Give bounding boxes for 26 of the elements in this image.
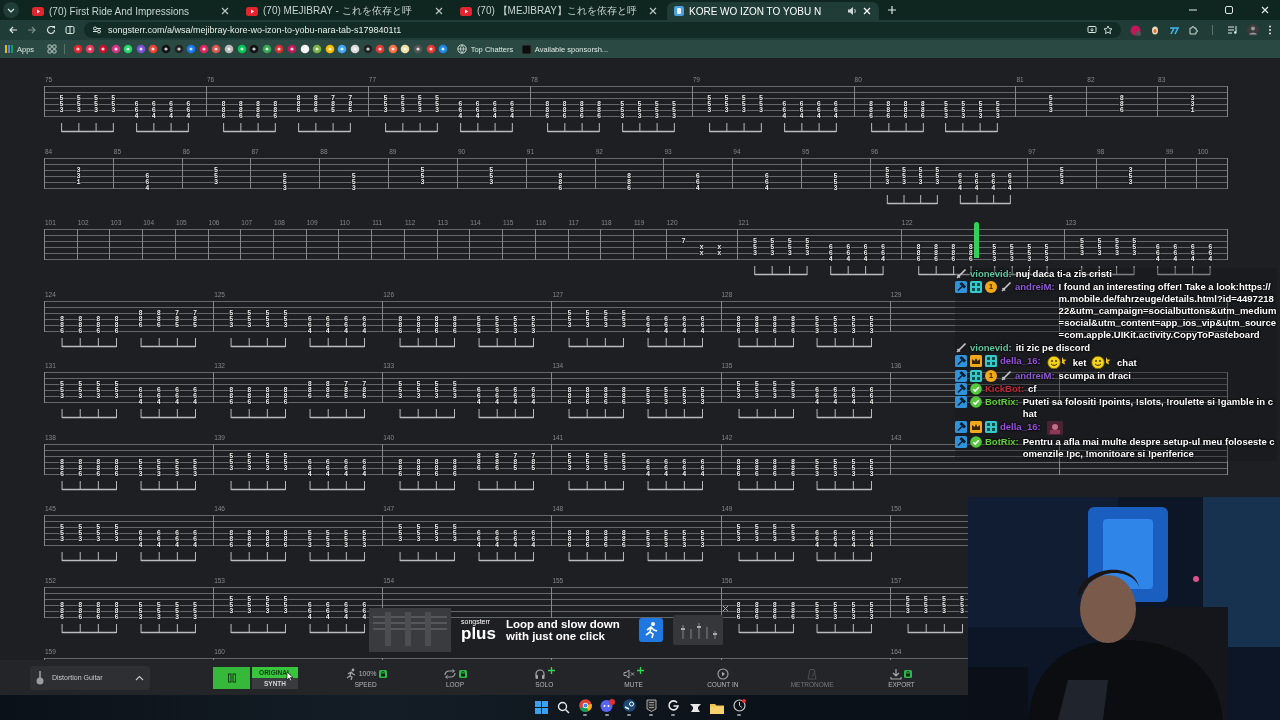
chat-message: scumpa in draci [1058, 370, 1131, 381]
chat-message: iti zic pe discord [1015, 342, 1091, 353]
gifter-badge: 1 [985, 281, 997, 293]
chat-message: chat [1117, 357, 1137, 368]
chat-message: I found an interesting offer! Take a look:https://m.mobile.de/fahrzeuge/details.html?id=449721822&utm_campaign=socialbuttons&utm_medium=social&utm_content=app_ios_vip&utm_source=com.apple.UIKit.activity.CopyToPasteboard [1058, 281, 1277, 340]
browser-tab[interactable]: (70) First Ride And Impressions [25, 2, 237, 20]
promo-headline: Loop and slow down with just one click [505, 618, 621, 642]
chat-username: vionevid: [970, 268, 1012, 280]
chat-username: KickBot: [985, 383, 1025, 395]
chat-username: andreiM: [1015, 370, 1055, 382]
browser-tab[interactable]: KORE WO IZON TO YOBU N [667, 2, 879, 20]
chat-username: andreiM: [1015, 281, 1055, 293]
chat-username: BotRix: [985, 436, 1019, 448]
address-field[interactable]: songsterr.com/a/wsa/mejibray-kore-wo-izon-to-yobu-nara-tab-s1798401t1 [84, 22, 1121, 38]
browser-tab[interactable]: (70) MEJIBRAY - これを依存と呼 [239, 2, 451, 20]
chat-message: cf [1028, 383, 1037, 394]
chat-username: vionevid: [970, 342, 1012, 354]
chat-username: BotRix: [985, 396, 1019, 408]
chat-username: della_16: [1000, 421, 1041, 433]
chat-message: ket [1072, 357, 1087, 368]
browser-tab[interactable]: (70) 【MEJIBRAY】これを依存と呼 [453, 2, 665, 20]
chat-message: Pentru a afla mai multe despre setup-ul meu foloseste comenzile !pc, !monitoare si !periferice [1022, 436, 1275, 459]
chat-message: Puteti sa folositi !points, !slots, !roulette si !gamble in chat [1022, 396, 1273, 419]
chat-username: della_16: [1000, 355, 1041, 367]
gifter-badge: 1 [985, 370, 997, 382]
chat-message: nuj daca ti-a zis cristi [1015, 268, 1112, 279]
